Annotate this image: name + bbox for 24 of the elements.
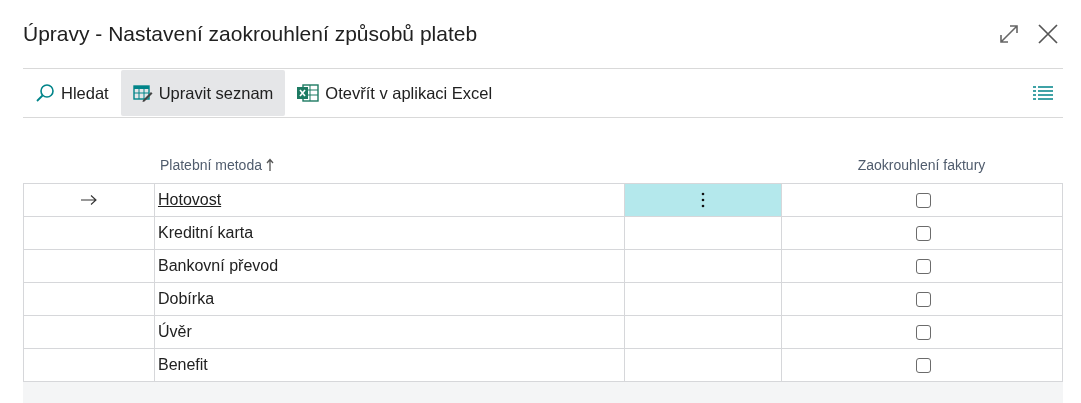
search-button[interactable]: Hledat [23, 70, 121, 116]
table-cell[interactable]: Benefit [155, 356, 208, 374]
checkbox[interactable] [915, 258, 931, 274]
table-cell[interactable]: Kreditní karta [155, 224, 254, 242]
spreadsheet-icon [297, 84, 320, 102]
column-header[interactable]: Zaokrouhlení faktury [780, 156, 1063, 173]
table-cell[interactable]: Úvěr [155, 323, 192, 341]
table-cell[interactable]: Dobírka [155, 290, 215, 308]
window-title: Úpravy - Nastavení zaokrouhlení způsobů plateb [23, 22, 478, 46]
close-button[interactable] [1037, 23, 1059, 45]
search-icon [35, 83, 55, 103]
checkbox[interactable] [915, 192, 931, 208]
table-cell[interactable]: Hotovost [155, 191, 222, 209]
checkbox[interactable] [915, 324, 931, 340]
column-header[interactable]: Platební metoda [153, 156, 623, 173]
checkbox[interactable] [915, 225, 931, 241]
edit-table-icon [132, 84, 153, 102]
excel-button[interactable]: Otevřít v aplikaci Excel [285, 70, 505, 116]
checkbox[interactable] [915, 357, 931, 373]
expand-button[interactable] [999, 24, 1019, 44]
table-cell[interactable]: Bankovní převod [155, 257, 279, 275]
more-options-icon[interactable] [701, 192, 705, 208]
edit-list-button[interactable]: Upravit seznam [120, 70, 286, 116]
checkbox[interactable] [915, 291, 931, 307]
